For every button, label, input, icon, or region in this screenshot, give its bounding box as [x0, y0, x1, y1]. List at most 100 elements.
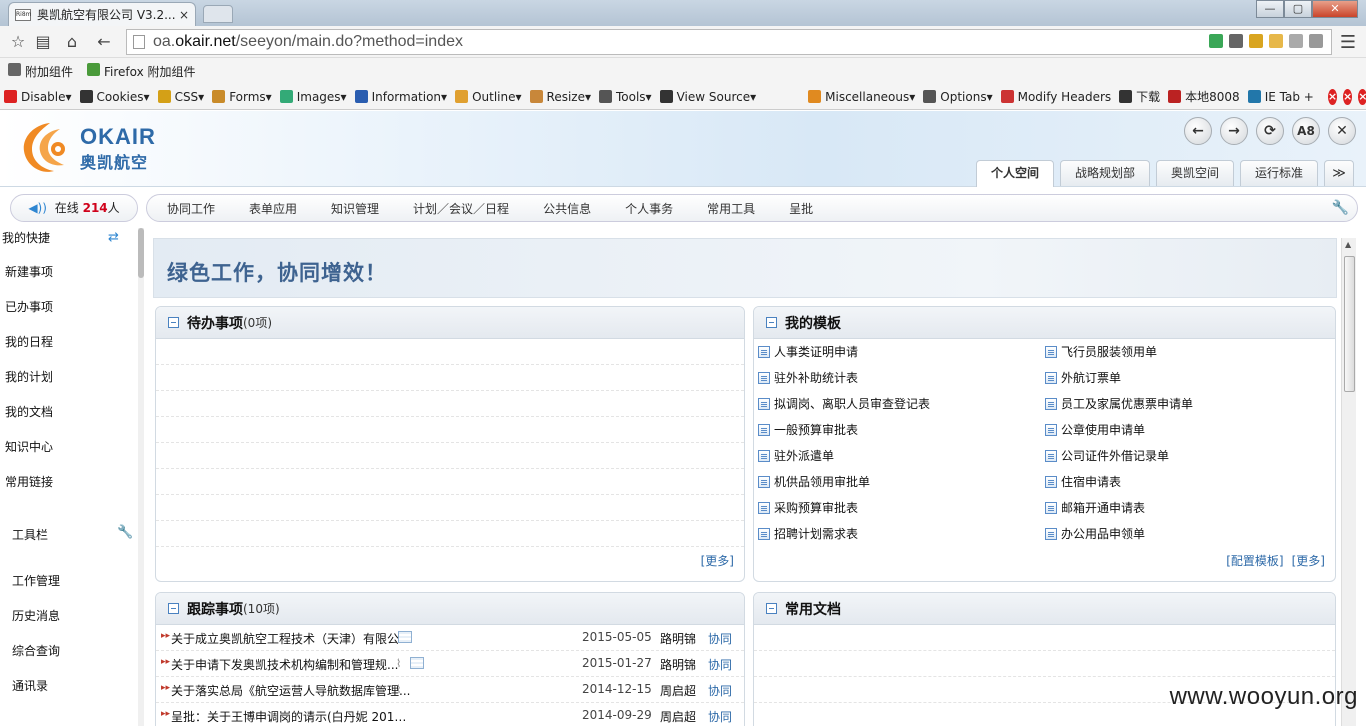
nav-forms[interactable]: 表单应用 — [249, 200, 297, 217]
tab-okair-space[interactable]: 奥凯空间 — [1155, 160, 1234, 186]
template-item[interactable]: 飞行员服装领用单 — [1045, 343, 1157, 360]
devbar-item-5[interactable]: Images▾ — [279, 90, 347, 104]
table-row[interactable]: ▸▸ 关于落实总局《航空运营人导航数据库管理... ⌇ 2014-12-15 周启超 协同 — [156, 677, 744, 703]
devbar-item-4[interactable]: Forms▾ — [212, 90, 272, 104]
address-bar[interactable]: oa.okair.net/seeyon/main.do?method=index — [126, 29, 1332, 55]
nav-common-tools[interactable]: 常用工具 — [707, 200, 755, 217]
table-row[interactable]: ▸▸ 关于成立奥凯航空工程技术（天津）有限公... 2015-05-05 路明锦 协同 — [156, 625, 744, 651]
sidebar-item-work-manage[interactable]: 工作管理 — [12, 572, 60, 589]
content-scrollbar[interactable]: ▲ — [1341, 238, 1356, 726]
bookmark-firefox-addons[interactable]: Firefox 附加组件 — [87, 62, 196, 80]
reload-icon[interactable] — [1309, 34, 1323, 48]
close-toolbar-icon[interactable]: × — [1327, 88, 1338, 105]
forward-icon[interactable]: → — [1220, 117, 1248, 145]
addon-icon[interactable] — [1249, 34, 1263, 48]
devbar-item-7[interactable]: Outline▾ — [455, 90, 522, 104]
swap-icon[interactable]: ⇄ — [108, 230, 119, 245]
devbar-item-14[interactable]: 下载 — [1119, 88, 1160, 105]
browser-tab[interactable]: Ri8m 奥凯航空有限公司 V3.2... × — [8, 2, 196, 26]
row-title[interactable]: 关于成立奥凯航空工程技术（天津）有限公... — [171, 630, 411, 647]
sidebar-item-links[interactable]: 常用链接 — [5, 473, 53, 490]
row-title[interactable]: 呈批：关于王博申调岗的请示(白丹妮 2014-09... — [171, 708, 411, 725]
devbar-item-10[interactable]: View Source▾ — [659, 90, 756, 104]
template-item[interactable]: 公章使用申请单 — [1045, 421, 1145, 438]
collapse-icon[interactable] — [168, 317, 179, 328]
collapse-icon[interactable] — [766, 317, 777, 328]
devbar-item-2[interactable]: Cookies▾ — [79, 90, 150, 104]
reader-icon[interactable]: ▤ — [33, 32, 53, 51]
template-item[interactable]: 办公用品申领单 — [1045, 525, 1145, 542]
sidebar-item-plan[interactable]: 我的计划 — [5, 368, 53, 385]
devbar-item-13[interactable]: Modify Headers — [1000, 90, 1111, 104]
nav-settings-icon[interactable]: 🔧 — [1332, 200, 1349, 216]
table-row[interactable]: ▸▸ 关于申请下发奥凯技术机构编制和管理规... ⌇ 2015-01-27 路明锦 协同 — [156, 651, 744, 677]
row-type-link[interactable]: 协同 — [708, 630, 732, 647]
devbar-item-15[interactable]: 本地8008 — [1168, 88, 1240, 105]
row-title[interactable]: 关于申请下发奥凯技术机构编制和管理规... — [171, 656, 411, 673]
template-item[interactable]: 公司证件外借记录单 — [1045, 447, 1169, 464]
template-item[interactable]: 驻外补助统计表 — [758, 369, 858, 386]
template-item[interactable]: 拟调岗、离职人员审查登记表 — [758, 395, 930, 412]
tab-operation-standard[interactable]: 运行标准 — [1239, 160, 1318, 186]
devbar-item-8[interactable]: Resize▾ — [529, 90, 591, 104]
sidebar-item-contacts[interactable]: 通讯录 — [12, 677, 48, 694]
template-item[interactable]: 住宿申请表 — [1045, 473, 1121, 490]
online-users[interactable]: ◀)) 在线 214人 — [10, 194, 138, 222]
devbar-item-3[interactable]: CSS▾ — [157, 90, 204, 104]
template-item[interactable]: 招聘计划需求表 — [758, 525, 858, 542]
row-type-link[interactable]: 协同 — [708, 708, 732, 725]
template-item[interactable]: 一般预算审批表 — [758, 421, 858, 438]
qr-code-icon[interactable] — [1229, 34, 1243, 48]
exit-icon[interactable]: ✕ — [1328, 117, 1356, 145]
sidebar-item-schedule[interactable]: 我的日程 — [5, 333, 53, 350]
devbar-item-9[interactable]: Tools▾ — [599, 90, 652, 104]
template-item[interactable]: 人事类证明申请 — [758, 343, 858, 360]
reader-mode-icon[interactable] — [1289, 34, 1303, 48]
nav-plan-meeting-schedule[interactable]: 计划／会议／日程 — [413, 200, 509, 217]
close-toolbar-icon[interactable]: × — [1343, 88, 1353, 105]
nav-collaboration[interactable]: 协同工作 — [167, 200, 215, 217]
template-item[interactable]: 邮箱开通申请表 — [1045, 499, 1145, 516]
nav-knowledge[interactable]: 知识管理 — [331, 200, 379, 217]
collapse-icon[interactable] — [168, 603, 179, 614]
refresh-icon[interactable]: ⟳ — [1256, 117, 1284, 145]
template-item[interactable]: 员工及家属优惠票申请单 — [1045, 395, 1193, 412]
url-text[interactable]: oa.okair.net/seeyon/main.do?method=index — [153, 33, 463, 51]
wrench-icon[interactable]: 🔧 — [117, 525, 133, 540]
more-spaces-icon[interactable]: ≫ — [1324, 160, 1354, 186]
close-window-button[interactable]: ✕ — [1312, 0, 1358, 18]
sidebar-item-new[interactable]: 新建事项 — [5, 263, 53, 280]
template-item[interactable]: 采购预算审批表 — [758, 499, 858, 516]
maximize-button[interactable]: ▢ — [1284, 0, 1312, 18]
back-arrow-icon[interactable]: ← — [94, 32, 114, 51]
sidebar-scrollbar[interactable] — [138, 228, 144, 726]
sidebar-item-query[interactable]: 综合查询 — [12, 642, 60, 659]
java-icon[interactable] — [1269, 34, 1283, 48]
bookmark-star-icon[interactable]: ☆ — [8, 32, 28, 51]
devbar-item-16[interactable]: IE Tab + — [1247, 90, 1314, 104]
templates-more-link[interactable]: [更多] — [1292, 554, 1325, 568]
row-type-link[interactable]: 协同 — [708, 682, 732, 699]
new-tab-button[interactable] — [203, 5, 233, 23]
close-tab-icon[interactable]: × — [179, 8, 189, 22]
shield-icon[interactable] — [1209, 34, 1223, 48]
nav-approval[interactable]: 呈批 — [789, 200, 813, 217]
scroll-up-icon[interactable]: ▲ — [1345, 240, 1351, 249]
row-type-link[interactable]: 协同 — [708, 656, 732, 673]
tab-strategy-dept[interactable]: 战略规划部 — [1059, 160, 1150, 186]
nav-public-info[interactable]: 公共信息 — [543, 200, 591, 217]
tab-personal-space[interactable]: 个人空间 — [975, 160, 1054, 187]
a8-icon[interactable]: A8 — [1292, 117, 1320, 145]
sidebar-item-done[interactable]: 已办事项 — [5, 298, 53, 315]
close-toolbar-icon[interactable]: × — [1358, 88, 1366, 105]
sidebar-item-knowledge[interactable]: 知识中心 — [5, 438, 53, 455]
sidebar-item-history[interactable]: 历史消息 — [12, 607, 60, 624]
template-item[interactable]: 外航订票单 — [1045, 369, 1121, 386]
pending-more-link[interactable]: [更多] — [701, 552, 734, 569]
row-title[interactable]: 关于落实总局《航空运营人导航数据库管理... — [171, 682, 411, 699]
devbar-item-12[interactable]: Options▾ — [923, 90, 993, 104]
sidebar-scroll-thumb[interactable] — [138, 228, 144, 278]
config-templates-link[interactable]: [配置模板] — [1226, 554, 1283, 568]
table-row[interactable]: ▸▸ 呈批：关于王博申调岗的请示(白丹妮 2014-09... 2014-09-29… — [156, 703, 744, 726]
content-scroll-thumb[interactable] — [1344, 256, 1355, 392]
